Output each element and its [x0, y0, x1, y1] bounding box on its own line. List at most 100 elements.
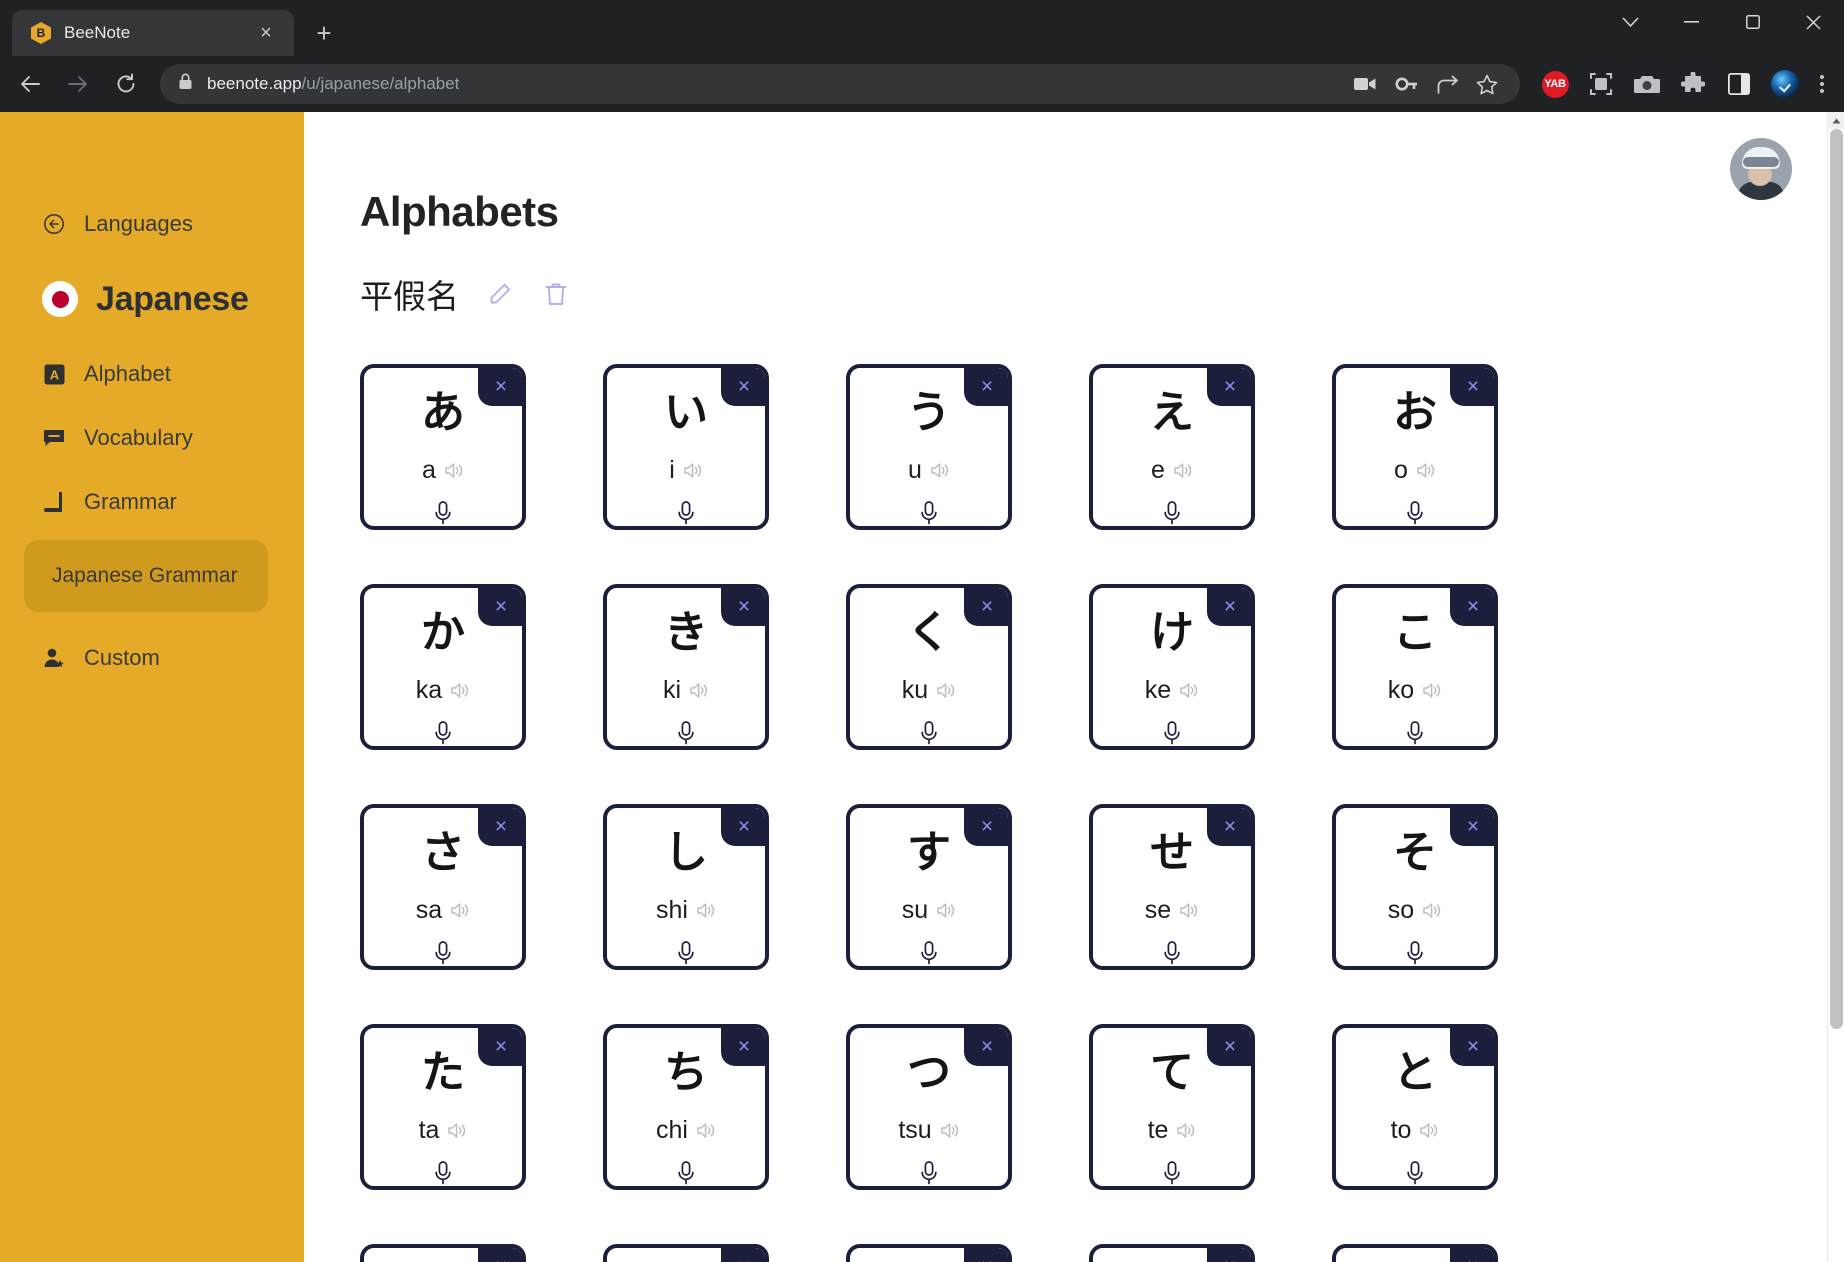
reload-icon[interactable] [104, 62, 148, 106]
close-icon[interactable]: × [721, 368, 765, 406]
chevron-down-icon[interactable] [1600, 0, 1661, 44]
alphabet-card[interactable]: × お o [1332, 364, 1498, 530]
chrome-menu-icon[interactable] [1814, 75, 1834, 93]
speaker-icon[interactable] [1423, 902, 1442, 919]
alphabet-card[interactable]: × か ka [360, 584, 526, 750]
sidebar-item-grammar[interactable]: Grammar [0, 470, 304, 534]
alphabet-card[interactable]: × た ta [360, 1024, 526, 1190]
close-icon[interactable]: × [250, 17, 282, 49]
close-icon[interactable]: × [964, 808, 1008, 846]
alphabet-card[interactable]: ×ぬnu [846, 1244, 1012, 1262]
side-panel-icon[interactable] [1722, 67, 1756, 101]
microphone-icon[interactable] [919, 1161, 939, 1185]
microphone-icon[interactable] [919, 941, 939, 965]
bookmark-star-icon[interactable] [1476, 74, 1498, 95]
alphabet-card[interactable]: ×のno [1332, 1244, 1498, 1262]
microphone-icon[interactable] [1162, 1161, 1182, 1185]
browser-tab-beenote[interactable]: B BeeNote × [12, 10, 294, 56]
speaker-icon[interactable] [1420, 1122, 1439, 1139]
speaker-icon[interactable] [940, 1122, 960, 1139]
minimize-icon[interactable] [1661, 0, 1722, 44]
share-icon[interactable] [1437, 74, 1458, 95]
microphone-icon[interactable] [1162, 721, 1182, 745]
microphone-icon[interactable] [433, 721, 453, 745]
speaker-icon[interactable] [697, 902, 716, 919]
alphabet-card[interactable]: × き ki [603, 584, 769, 750]
new-tab-button[interactable]: + [308, 17, 340, 49]
alphabet-card[interactable]: × と to [1332, 1024, 1498, 1190]
maximize-icon[interactable] [1722, 0, 1783, 44]
page-scrollbar[interactable] [1827, 112, 1844, 1262]
close-icon[interactable]: × [1450, 1028, 1494, 1066]
alphabet-card[interactable]: × い i [603, 364, 769, 530]
close-icon[interactable]: × [1207, 588, 1251, 626]
close-icon[interactable]: × [1450, 1248, 1494, 1262]
user-profile-avatar[interactable] [1730, 138, 1792, 200]
scrollbar-thumb[interactable] [1830, 129, 1843, 1029]
sidebar-subitem-japanese-grammar[interactable]: Japanese Grammar [24, 540, 268, 612]
sidebar-current-language[interactable]: Japanese [0, 256, 304, 342]
close-icon[interactable]: × [721, 1028, 765, 1066]
alphabet-card[interactable]: ×なna [360, 1244, 526, 1262]
alphabet-card[interactable]: × せ se [1089, 804, 1255, 970]
microphone-icon[interactable] [433, 941, 453, 965]
microphone-icon[interactable] [1405, 501, 1425, 525]
alphabet-card[interactable]: × さ sa [360, 804, 526, 970]
microphone-icon[interactable] [919, 501, 939, 525]
key-icon[interactable] [1395, 75, 1419, 93]
speaker-icon[interactable] [1180, 902, 1199, 919]
close-icon[interactable]: × [1207, 1248, 1251, 1262]
speaker-icon[interactable] [937, 902, 956, 919]
close-icon[interactable]: × [1450, 588, 1494, 626]
sidebar-item-custom[interactable]: Custom [0, 626, 304, 690]
back-icon[interactable] [8, 62, 52, 106]
alphabet-card[interactable]: × し shi [603, 804, 769, 970]
alphabet-card[interactable]: ×にni [603, 1244, 769, 1262]
speaker-icon[interactable] [937, 682, 956, 699]
sidebar-item-languages[interactable]: Languages [0, 192, 304, 256]
speaker-icon[interactable] [1174, 462, 1193, 479]
close-icon[interactable]: × [478, 808, 522, 846]
speaker-icon[interactable] [931, 462, 950, 479]
alphabet-card[interactable]: × す su [846, 804, 1012, 970]
alphabet-card[interactable]: × て te [1089, 1024, 1255, 1190]
microphone-icon[interactable] [1162, 501, 1182, 525]
alphabet-card[interactable]: × く ku [846, 584, 1012, 750]
microphone-icon[interactable] [676, 501, 696, 525]
alphabet-card[interactable]: × そ so [1332, 804, 1498, 970]
screen-capture-region-icon[interactable] [1584, 67, 1618, 101]
microphone-icon[interactable] [433, 1161, 453, 1185]
close-icon[interactable]: × [964, 588, 1008, 626]
close-icon[interactable]: × [1207, 808, 1251, 846]
close-window-icon[interactable] [1783, 0, 1844, 44]
close-icon[interactable]: × [478, 1248, 522, 1262]
speaker-icon[interactable] [690, 682, 709, 699]
speaker-icon[interactable] [697, 1122, 716, 1139]
close-icon[interactable]: × [1450, 808, 1494, 846]
microphone-icon[interactable] [433, 501, 453, 525]
speaker-icon[interactable] [1417, 462, 1436, 479]
forward-icon[interactable] [56, 62, 100, 106]
video-camera-icon[interactable] [1353, 75, 1377, 93]
browser-profile-avatar[interactable] [1768, 67, 1802, 101]
extensions-puzzle-icon[interactable] [1676, 67, 1710, 101]
close-icon[interactable]: × [478, 588, 522, 626]
microphone-icon[interactable] [676, 941, 696, 965]
alphabet-card[interactable]: × け ke [1089, 584, 1255, 750]
microphone-icon[interactable] [676, 1161, 696, 1185]
alphabet-card[interactable]: ×ねne [1089, 1244, 1255, 1262]
microphone-icon[interactable] [919, 721, 939, 745]
speaker-icon[interactable] [684, 462, 703, 479]
site-lock-icon[interactable] [178, 73, 193, 95]
sidebar-item-vocabulary[interactable]: Vocabulary [0, 406, 304, 470]
alphabet-card[interactable]: × え e [1089, 364, 1255, 530]
alphabet-card[interactable]: × こ ko [1332, 584, 1498, 750]
close-icon[interactable]: × [1207, 368, 1251, 406]
speaker-icon[interactable] [451, 682, 470, 699]
speaker-icon[interactable] [445, 462, 464, 479]
close-icon[interactable]: × [1450, 368, 1494, 406]
alphabet-card[interactable]: × つ tsu [846, 1024, 1012, 1190]
close-icon[interactable]: × [721, 1248, 765, 1262]
speaker-icon[interactable] [451, 902, 470, 919]
scroll-up-arrow-icon[interactable] [1828, 112, 1844, 129]
